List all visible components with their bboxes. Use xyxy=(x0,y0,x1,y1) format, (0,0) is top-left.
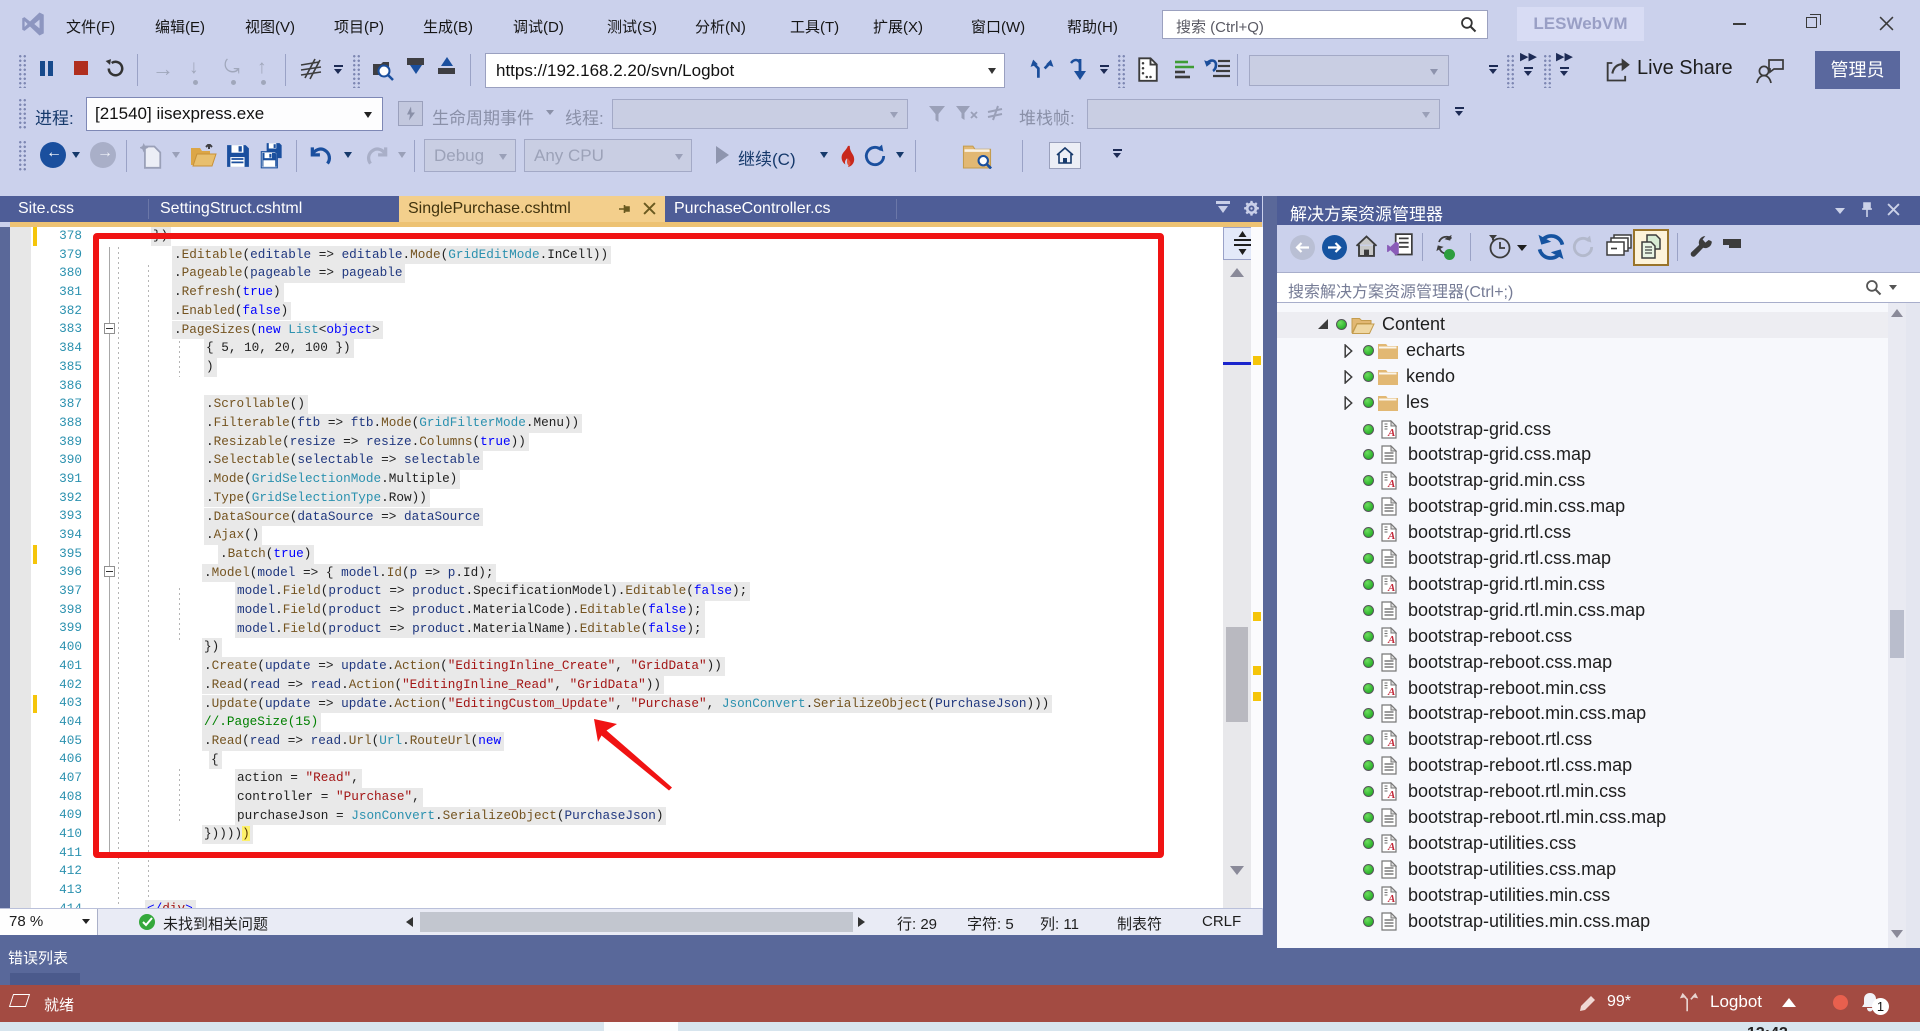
svg-text:A: A xyxy=(1387,478,1395,490)
svg-text:A: A xyxy=(1387,686,1395,698)
svg-text:A: A xyxy=(1387,893,1395,905)
svg-text:A: A xyxy=(1387,841,1395,853)
svg-text:A: A xyxy=(1387,582,1395,594)
svg-text:A: A xyxy=(1387,427,1395,439)
svg-text:A: A xyxy=(1387,737,1395,749)
svg-text:A: A xyxy=(1387,634,1395,646)
svg-text:A: A xyxy=(1387,530,1395,542)
svg-text:A: A xyxy=(1387,789,1395,801)
